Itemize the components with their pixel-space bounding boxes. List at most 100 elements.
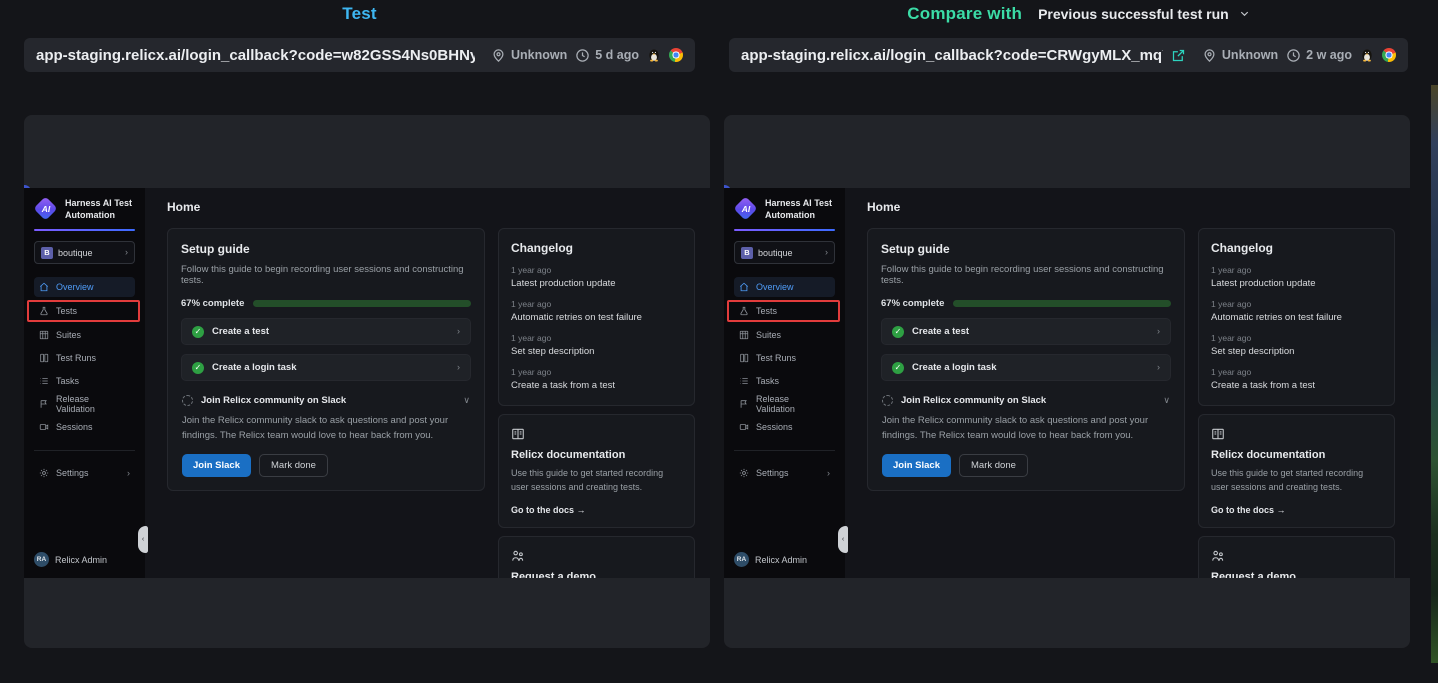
next-screenshot-edge-sliver [1431,85,1438,663]
sidebar-item-tests[interactable]: Tests [27,300,140,322]
sidebar-item-tasks[interactable]: Tasks [34,371,135,391]
brand-gradient-rule [734,229,835,231]
sidebar-item-tasks[interactable]: Tasks [734,371,835,391]
changelog-entry: 1 year ago Automatic retries on test fai… [511,299,682,323]
sidebar-item-overview[interactable]: Overview [734,277,835,297]
test-screenshot: AI Harness AI Test Automation B boutique… [24,188,710,578]
test-url-bar[interactable]: app-staging.relicx.ai/login_callback?cod… [24,38,695,72]
sidebar-item-tests[interactable]: Tests [727,300,840,322]
sidebar-item-release-validation[interactable]: Release Validation [34,394,135,414]
sidebar-item-test-runs[interactable]: Test Runs [734,348,835,368]
external-link-icon[interactable] [1171,48,1186,63]
slack-section-header[interactable]: Join Relicx community on Slack ∨ [882,395,1170,406]
compare-view: Test app-staging.relicx.ai/login_callbac… [0,0,1438,683]
brand-gradient-rule [34,229,135,231]
changelog-entry: 1 year ago Create a task from a test [1211,367,1382,391]
chrome-icon [669,48,683,62]
brand-name: Harness AI Test Automation [65,197,132,221]
brand-name: Harness AI Test Automation [765,197,832,221]
chevron-right-icon: › [125,248,128,257]
chevron-right-icon: › [1157,363,1160,372]
go-to-docs-link[interactable]: Go to the docs → [1211,505,1382,515]
compare-screenshot-viewport: AI Harness AI Test Automation B boutique… [724,115,1410,648]
book-icon [1211,427,1225,441]
app-screenshot: AI Harness AI Test Automation B boutique… [24,188,710,578]
compare-screenshot: AI Harness AI Test Automation B boutique… [724,188,1410,578]
chevron-left-icon: ‹ [842,536,844,543]
sidebar-user[interactable]: RA Relicx Admin [34,552,107,567]
slack-description: Join the Relicx community slack to ask q… [182,414,470,443]
brand: AI Harness AI Test Automation [34,197,135,221]
app-main: Home Setup guide Follow this guide to be… [145,188,710,578]
sidebar-collapse-handle[interactable]: ‹ [838,526,848,553]
nav-divider [734,450,835,451]
compare-url-bar[interactable]: app-staging.relicx.ai/login_callback?cod… [729,38,1408,72]
sidebar-item-suites[interactable]: Suites [34,325,135,345]
slack-section-header[interactable]: Join Relicx community on Slack ∨ [182,395,470,406]
progress-bar [953,300,1171,307]
changelog-entry: 1 year ago Latest production update [1211,265,1382,289]
changelog-card: Changelog 1 year ago Latest production u… [498,228,695,406]
nav-divider [34,450,135,451]
sidebar-nav: Overview Tests Suites Test Runs Tasks [734,277,835,483]
incomplete-circle-icon [182,395,193,406]
project-badge: B [41,247,53,259]
changelog-card: Changelog 1 year ago Latest production u… [1198,228,1395,406]
chevron-right-icon: › [1157,327,1160,336]
test-pane: Test app-staging.relicx.ai/login_callbac… [0,0,719,683]
chevron-right-icon: › [825,248,828,257]
setup-item-create-login-task[interactable]: ✓ Create a login task › [181,354,471,381]
clock-icon [1286,48,1301,63]
setup-item-create-test[interactable]: ✓ Create a test › [181,318,471,345]
setup-guide-title: Setup guide [881,242,1171,256]
grid-icon [39,330,49,340]
sidebar-item-settings[interactable]: Settings › [34,463,135,483]
chevron-right-icon: › [827,469,830,478]
setup-guide-card: Setup guide Follow this guide to begin r… [867,228,1185,491]
chrome-icon [1382,48,1396,62]
project-badge: B [741,247,753,259]
gear-icon [39,468,49,478]
sidebar-item-release-validation[interactable]: Release Validation [734,394,835,414]
linux-tux-icon [647,48,661,63]
test-screenshot-viewport: AI Harness AI Test Automation B boutique… [24,115,710,648]
compare-target-dropdown[interactable]: Previous successful test run [1038,6,1250,22]
people-icon [1211,549,1225,563]
app-screenshot: AI Harness AI Test Automation B boutique… [724,188,1410,578]
mark-done-button[interactable]: Mark done [259,454,328,477]
sidebar-item-test-runs[interactable]: Test Runs [34,348,135,368]
changelog-entry: 1 year ago Set step description [1211,333,1382,357]
mark-done-button[interactable]: Mark done [959,454,1028,477]
setup-guide-title: Setup guide [181,242,471,256]
flask-icon [39,306,49,316]
project-selector[interactable]: B boutique › [734,241,835,264]
check-circle-icon: ✓ [192,362,204,374]
sidebar-item-settings[interactable]: Settings › [734,463,835,483]
url-text: app-staging.relicx.ai/login_callback?cod… [36,47,475,64]
url-text: app-staging.relicx.ai/login_callback?cod… [741,47,1163,64]
go-to-docs-link[interactable]: Go to the docs → [511,505,682,515]
location-pin-icon [491,48,506,63]
flag-icon [39,399,49,409]
documentation-card: Relicx documentation Use this guide to g… [498,414,695,528]
check-circle-icon: ✓ [192,326,204,338]
sidebar-item-overview[interactable]: Overview [34,277,135,297]
columns-icon [739,353,749,363]
grid-icon [739,330,749,340]
sidebar-item-sessions[interactable]: Sessions [34,417,135,437]
sidebar-collapse-handle[interactable]: ‹ [138,526,148,553]
project-selector[interactable]: B boutique › [34,241,135,264]
chevron-right-icon: › [457,327,460,336]
setup-item-create-test[interactable]: ✓ Create a test › [881,318,1171,345]
setup-item-create-login-task[interactable]: ✓ Create a login task › [881,354,1171,381]
sidebar-item-sessions[interactable]: Sessions [734,417,835,437]
sidebar-item-suites[interactable]: Suites [734,325,835,345]
join-slack-button[interactable]: Join Slack [182,454,251,477]
book-icon [511,427,525,441]
check-circle-icon: ✓ [892,326,904,338]
sidebar-user[interactable]: RA Relicx Admin [734,552,807,567]
changelog-entry: 1 year ago Create a task from a test [511,367,682,391]
location-meta: Unknown [1202,48,1278,63]
join-slack-button[interactable]: Join Slack [882,454,951,477]
setup-progress: 67% complete [881,298,1171,309]
